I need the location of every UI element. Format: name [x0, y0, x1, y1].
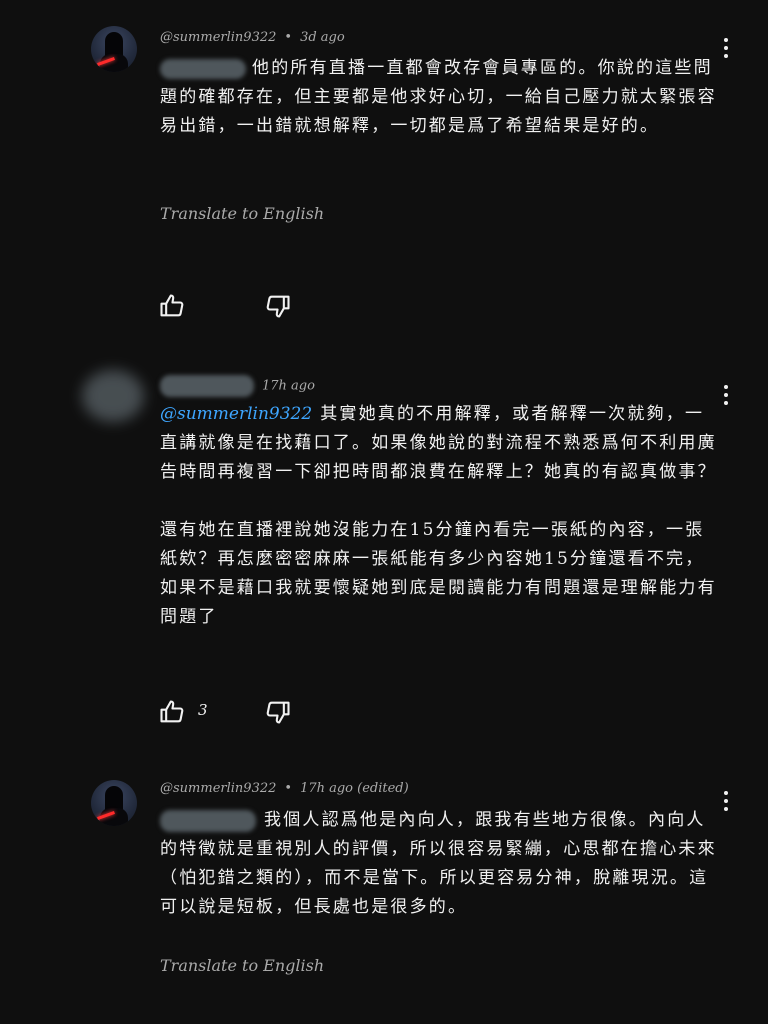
dislike-button[interactable]	[264, 292, 292, 320]
timestamp: 3d ago	[300, 30, 345, 45]
thumbs-up-icon	[160, 294, 184, 317]
author-name[interactable]: @summerlin9322	[160, 30, 276, 45]
like-button[interactable]	[158, 698, 186, 726]
translate-link[interactable]: Translate to English	[160, 956, 324, 975]
thumbs-down-icon	[266, 701, 290, 724]
avatar[interactable]	[82, 370, 144, 422]
timestamp: 17h ago (edited)	[300, 781, 409, 796]
comment-text: 他的所有直播一直都會改存會員專區的。你說的這些問題的確都存在，但主要都是他求好心…	[160, 58, 717, 136]
translate-link[interactable]: Translate to English	[160, 204, 324, 223]
comment-paragraph: @summerlin9322 其實她真的不用解釋，或者解釋一次就夠，一直講就像是在…	[160, 404, 717, 482]
avatar[interactable]	[91, 780, 137, 826]
comment-meta: @summerlin9322 • 3d ago	[160, 30, 345, 45]
redacted-author-name	[160, 375, 254, 397]
redacted-mention	[160, 809, 256, 832]
timestamp: 17h ago	[262, 378, 315, 394]
comment-paragraph: 還有她在直播裡說她沒能力在15分鐘內看完一張紙的內容，一張紙欸？再怎麼密密麻麻一…	[160, 520, 717, 627]
comment-meta: 17h ago	[160, 375, 315, 397]
author-name[interactable]: @summerlin9322	[160, 781, 276, 796]
avatar[interactable]	[91, 26, 137, 72]
like-count: 3	[198, 701, 208, 719]
comment-text: 我個人認爲他是內向人，跟我有些地方很像。內向人的特徵就是重視別人的評價，所以很容…	[160, 809, 717, 917]
thumbs-down-icon	[266, 295, 290, 318]
like-button[interactable]	[158, 292, 186, 320]
dislike-button[interactable]	[264, 698, 292, 726]
mention-link[interactable]: @summerlin9322	[160, 404, 312, 424]
redacted-mention	[160, 58, 246, 79]
thumbs-up-icon	[160, 700, 184, 723]
comment-text: @summerlin9322 其實她真的不用解釋，或者解釋一次就夠，一直講就像是在…	[160, 400, 720, 632]
comment-meta: @summerlin9322 • 17h ago (edited)	[160, 781, 409, 796]
